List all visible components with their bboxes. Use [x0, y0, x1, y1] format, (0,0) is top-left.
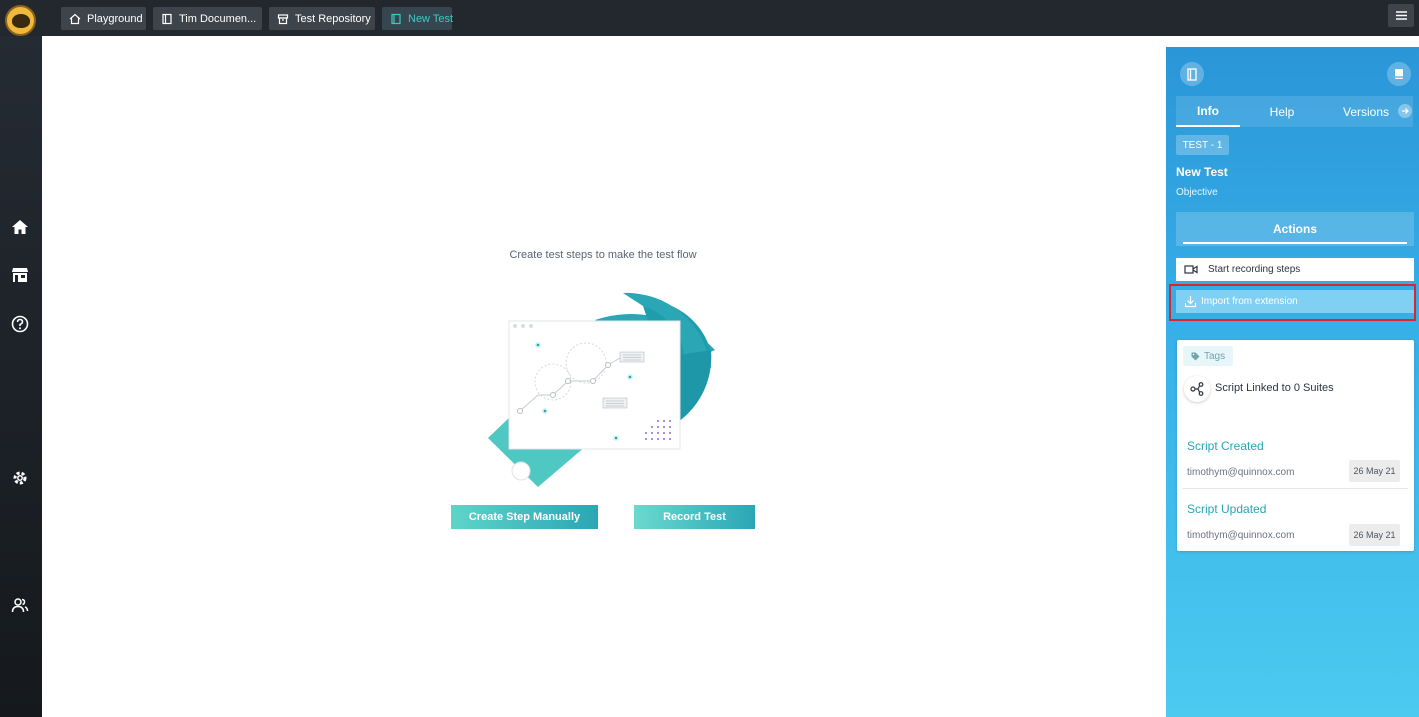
updated-by-email: timothym@quinnox.com	[1187, 530, 1295, 541]
video-camera-icon	[1184, 265, 1198, 274]
users-icon	[11, 598, 29, 613]
arrow-right-icon	[1402, 108, 1409, 114]
home-icon	[69, 13, 81, 24]
created-date: 26 May 21	[1349, 460, 1400, 482]
hamburger-icon	[1395, 11, 1407, 20]
script-info-card: Tags Script Linked to 0 Suites Script Cr…	[1177, 340, 1414, 551]
create-step-manually-button[interactable]: Create Step Manually	[451, 505, 598, 529]
tab-label: Tim Documen...	[179, 12, 257, 25]
tab-tim-documents[interactable]: Tim Documen...	[153, 7, 262, 30]
panel-tabs: Info Help Versions	[1176, 96, 1413, 127]
created-by-email: timothym@quinnox.com	[1187, 467, 1295, 478]
settings-icon	[13, 471, 27, 485]
empty-state-illustration	[488, 292, 715, 487]
card-divider	[1183, 488, 1408, 489]
document-icon	[391, 13, 401, 24]
app-logo[interactable]	[5, 5, 36, 36]
menu-button[interactable]	[1388, 4, 1414, 27]
actions-header: Actions	[1176, 212, 1414, 246]
sidebar-item-settings[interactable]	[10, 468, 30, 488]
sidebar-item-home[interactable]	[10, 217, 30, 237]
home-icon	[12, 220, 28, 234]
tab-info[interactable]: Info	[1176, 96, 1240, 127]
test-name: New Test	[1176, 165, 1228, 179]
updated-date: 26 May 21	[1349, 524, 1400, 546]
tabs-next-button[interactable]	[1398, 104, 1412, 118]
tab-label: New Test	[408, 12, 454, 25]
script-updated-title: Script Updated	[1187, 502, 1267, 516]
tab-label: Playground	[87, 12, 143, 25]
repository-icon	[277, 13, 289, 24]
logo-mark	[11, 13, 30, 28]
tags-label: Tags	[1204, 350, 1226, 362]
test-id-badge: TEST - 1	[1176, 135, 1229, 155]
tab-playground[interactable]: Playground	[61, 7, 146, 30]
sidebar	[0, 36, 42, 717]
documents-icon	[162, 13, 172, 24]
help-icon	[11, 315, 29, 333]
highlight-box	[1169, 284, 1416, 321]
empty-state-prompt: Create test steps to make the test flow	[509, 249, 697, 261]
action-label: Start recording steps	[1208, 264, 1301, 275]
script-created-title: Script Created	[1187, 439, 1264, 453]
top-bar: Playground Tim Documen... Test Repositor…	[0, 0, 1419, 36]
start-recording-steps-action[interactable]: Start recording steps	[1176, 258, 1414, 281]
sidebar-item-store[interactable]	[10, 265, 30, 285]
book-button[interactable]	[1387, 62, 1411, 86]
share-nodes-icon	[1190, 382, 1204, 396]
tab-new-test[interactable]: New Test	[382, 7, 454, 30]
tab-versions[interactable]: Versions	[1338, 96, 1394, 127]
notebook-icon	[1187, 67, 1197, 81]
test-objective: Objective	[1176, 187, 1218, 198]
actions-title: Actions	[1272, 222, 1317, 236]
tab-test-repository[interactable]: Test Repository	[269, 7, 375, 30]
tab-help[interactable]: Help	[1254, 96, 1310, 127]
linked-suites-text: Script Linked to 0 Suites	[1215, 382, 1334, 394]
record-test-button[interactable]: Record Test	[634, 505, 755, 529]
suites-link-button[interactable]	[1184, 376, 1210, 402]
tags-button[interactable]: Tags	[1183, 346, 1234, 366]
sidebar-item-users[interactable]	[10, 595, 30, 615]
book-icon	[1395, 69, 1403, 79]
tag-icon	[1191, 352, 1200, 360]
store-icon	[12, 268, 28, 282]
sidebar-item-help[interactable]	[10, 314, 30, 334]
notebook-button[interactable]	[1180, 62, 1204, 86]
tab-label: Test Repository	[295, 12, 371, 25]
